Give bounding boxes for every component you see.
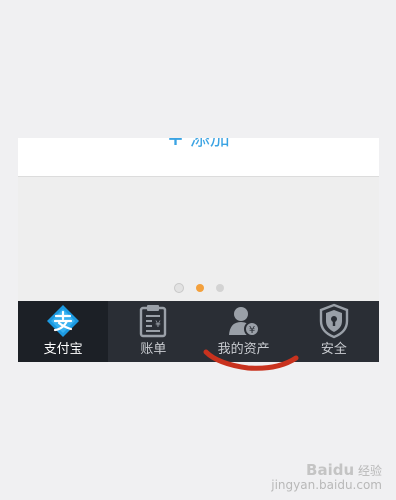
tab-label: 支付宝 — [43, 342, 83, 357]
page-dot[interactable] — [173, 283, 184, 293]
baidu-logo: Baidu — [306, 461, 355, 479]
bill-icon: ¥ — [140, 305, 167, 338]
page-indicator — [18, 283, 379, 293]
watermark-url: jingyan.baidu.com — [271, 478, 382, 492]
red-underline-mark — [203, 349, 299, 371]
plus-icon: + — [167, 138, 184, 150]
svg-text:¥: ¥ — [156, 320, 162, 330]
tab-alipay[interactable]: 支付宝 — [18, 301, 109, 362]
page-dot[interactable] — [215, 284, 224, 292]
tab-bill[interactable]: ¥ 账单 — [108, 301, 198, 362]
tab-label: 安全 — [320, 342, 347, 357]
app-screen: + 添加 支付宝 ¥ 账单 ¥ 我的资产 安全 — [18, 138, 379, 362]
add-card[interactable]: + 添加 — [18, 138, 379, 177]
watermark-text: 经验 — [357, 464, 382, 478]
alipay-logo-icon — [47, 305, 80, 337]
baidu-watermark: Baidu 经验 jingyan.baidu.com — [271, 461, 382, 493]
add-button[interactable]: + 添加 — [18, 138, 379, 150]
assets-person-icon: ¥ — [228, 307, 260, 337]
svg-text:¥: ¥ — [248, 325, 254, 336]
add-label: 添加 — [189, 138, 230, 150]
page-dot-active[interactable] — [195, 284, 204, 292]
security-shield-icon — [319, 303, 349, 339]
tab-label: 账单 — [140, 342, 167, 357]
